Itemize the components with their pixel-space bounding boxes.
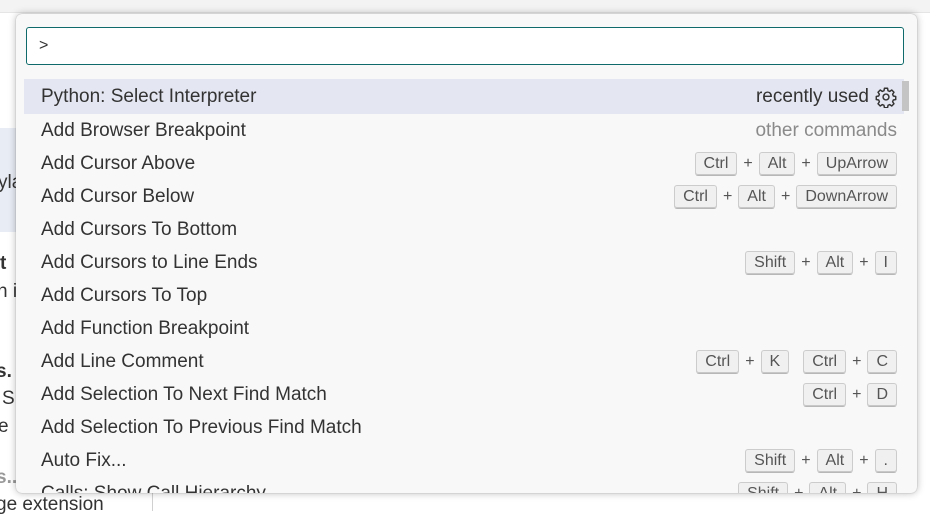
command-palette: Python: Select Interpreter recently used A… xyxy=(16,14,917,493)
key-plus: + xyxy=(801,253,811,271)
key-plus: + xyxy=(859,451,869,469)
keybinding: Shift + Alt +. xyxy=(745,448,897,473)
key-plus: + xyxy=(852,352,862,370)
command-label: Add Cursor Below xyxy=(41,185,195,207)
key-cap: K xyxy=(760,349,790,374)
keybinding: Ctrl + Alt + UpArrow xyxy=(694,151,897,176)
key-cap: Ctrl xyxy=(803,349,847,374)
key-cap: Ctrl xyxy=(674,184,717,209)
command-item[interactable]: Add Cursor Below Ctrl + Alt + DownArrow xyxy=(24,180,904,213)
key-cap: Shift xyxy=(738,481,789,493)
key-cap: D xyxy=(867,382,897,407)
command-label: Calls: Show Call Hierarchy xyxy=(41,482,266,494)
key-cap: Alt xyxy=(809,481,847,493)
command-item[interactable]: Add Cursors To Bottom xyxy=(24,213,904,246)
background-text: e xyxy=(0,416,9,437)
command-item[interactable]: Python: Select Interpreter recently used xyxy=(24,79,904,114)
key-cap: Alt xyxy=(738,184,775,209)
command-item[interactable]: Add Function Breakpoint xyxy=(24,312,904,345)
key-cap: Ctrl xyxy=(803,382,847,407)
key-cap: H xyxy=(867,481,897,493)
keybinding: Ctrl + D xyxy=(803,382,897,407)
keybinding: Ctrl + K Ctrl + C xyxy=(696,349,897,374)
scrollbar-thumb[interactable] xyxy=(902,81,909,111)
command-item[interactable]: Add Cursors to Line Ends Shift + Alt + I xyxy=(24,246,904,279)
editor-tab-strip xyxy=(0,0,930,13)
key-plus: + xyxy=(859,253,869,271)
key-cap: UpArrow xyxy=(816,151,897,176)
background-text: S xyxy=(2,388,15,409)
command-item[interactable]: Add Selection To Previous Find Match xyxy=(24,411,904,444)
key-cap: DownArrow xyxy=(796,184,897,209)
command-label: Add Cursors to Line Ends xyxy=(41,251,258,273)
key-cap: Alt xyxy=(816,250,854,275)
keybinding: Ctrl + Alt + DownArrow xyxy=(674,184,897,209)
command-item[interactable]: Calls: Show Call Hierarchy Shift + Alt + H xyxy=(24,477,904,493)
key-cap: Ctrl xyxy=(696,349,740,374)
key-cap: Shift xyxy=(745,250,796,275)
command-label: Auto Fix... xyxy=(41,449,127,471)
key-plus: + xyxy=(780,187,791,205)
key-cap: Shift xyxy=(745,448,796,473)
key-cap: Alt xyxy=(758,151,796,176)
gear-icon[interactable] xyxy=(875,86,897,108)
divider xyxy=(152,492,153,511)
command-description: recently used xyxy=(755,85,869,107)
command-item[interactable]: Add Browser Breakpoint other commands xyxy=(24,114,904,147)
command-description: other commands xyxy=(755,119,897,141)
key-plus: + xyxy=(801,154,811,172)
key-cap: Alt xyxy=(816,448,854,473)
key-cap: C xyxy=(867,349,897,374)
keybinding: Shift + Alt + I xyxy=(745,250,897,275)
key-plus: + xyxy=(801,451,811,469)
key-plus: + xyxy=(852,484,862,494)
background-text: s. xyxy=(0,361,12,382)
key-plus: + xyxy=(722,187,733,205)
command-palette-input[interactable] xyxy=(26,27,904,65)
key-cap: I xyxy=(874,250,897,275)
command-label: Add Cursors To Bottom xyxy=(41,218,238,240)
command-item[interactable]: Add Selection To Next Find Match Ctrl + D xyxy=(24,378,904,411)
background-text: ge extension xyxy=(0,494,104,515)
key-plus: + xyxy=(852,385,862,403)
key-plus: + xyxy=(743,154,753,172)
command-label: Add Function Breakpoint xyxy=(41,317,250,339)
key-cap: Ctrl xyxy=(694,151,738,176)
command-item[interactable]: Add Line Comment Ctrl + K Ctrl + C xyxy=(24,345,904,378)
key-plus: + xyxy=(745,352,755,370)
background-text: t xyxy=(0,253,7,274)
command-label: Add Selection To Next Find Match xyxy=(41,383,327,405)
command-label: Add Cursor Above xyxy=(41,152,196,174)
background-text: n i xyxy=(0,281,18,302)
command-item[interactable]: Add Cursors To Top xyxy=(24,279,904,312)
command-label: Add Line Comment xyxy=(41,350,204,372)
key-cap: . xyxy=(874,448,897,473)
command-label: Python: Select Interpreter xyxy=(41,85,257,107)
keybinding: Shift + Alt + H xyxy=(738,481,897,494)
command-label: Add Browser Breakpoint xyxy=(41,119,246,141)
command-list: Python: Select Interpreter recently used A… xyxy=(24,79,904,493)
command-label: Add Selection To Previous Find Match xyxy=(41,416,362,438)
command-item[interactable]: Auto Fix... Shift + Alt +. xyxy=(24,444,904,477)
command-item[interactable]: Add Cursor Above Ctrl + Alt + UpArrow xyxy=(24,147,904,180)
key-plus: + xyxy=(794,484,804,494)
command-label: Add Cursors To Top xyxy=(41,284,208,306)
